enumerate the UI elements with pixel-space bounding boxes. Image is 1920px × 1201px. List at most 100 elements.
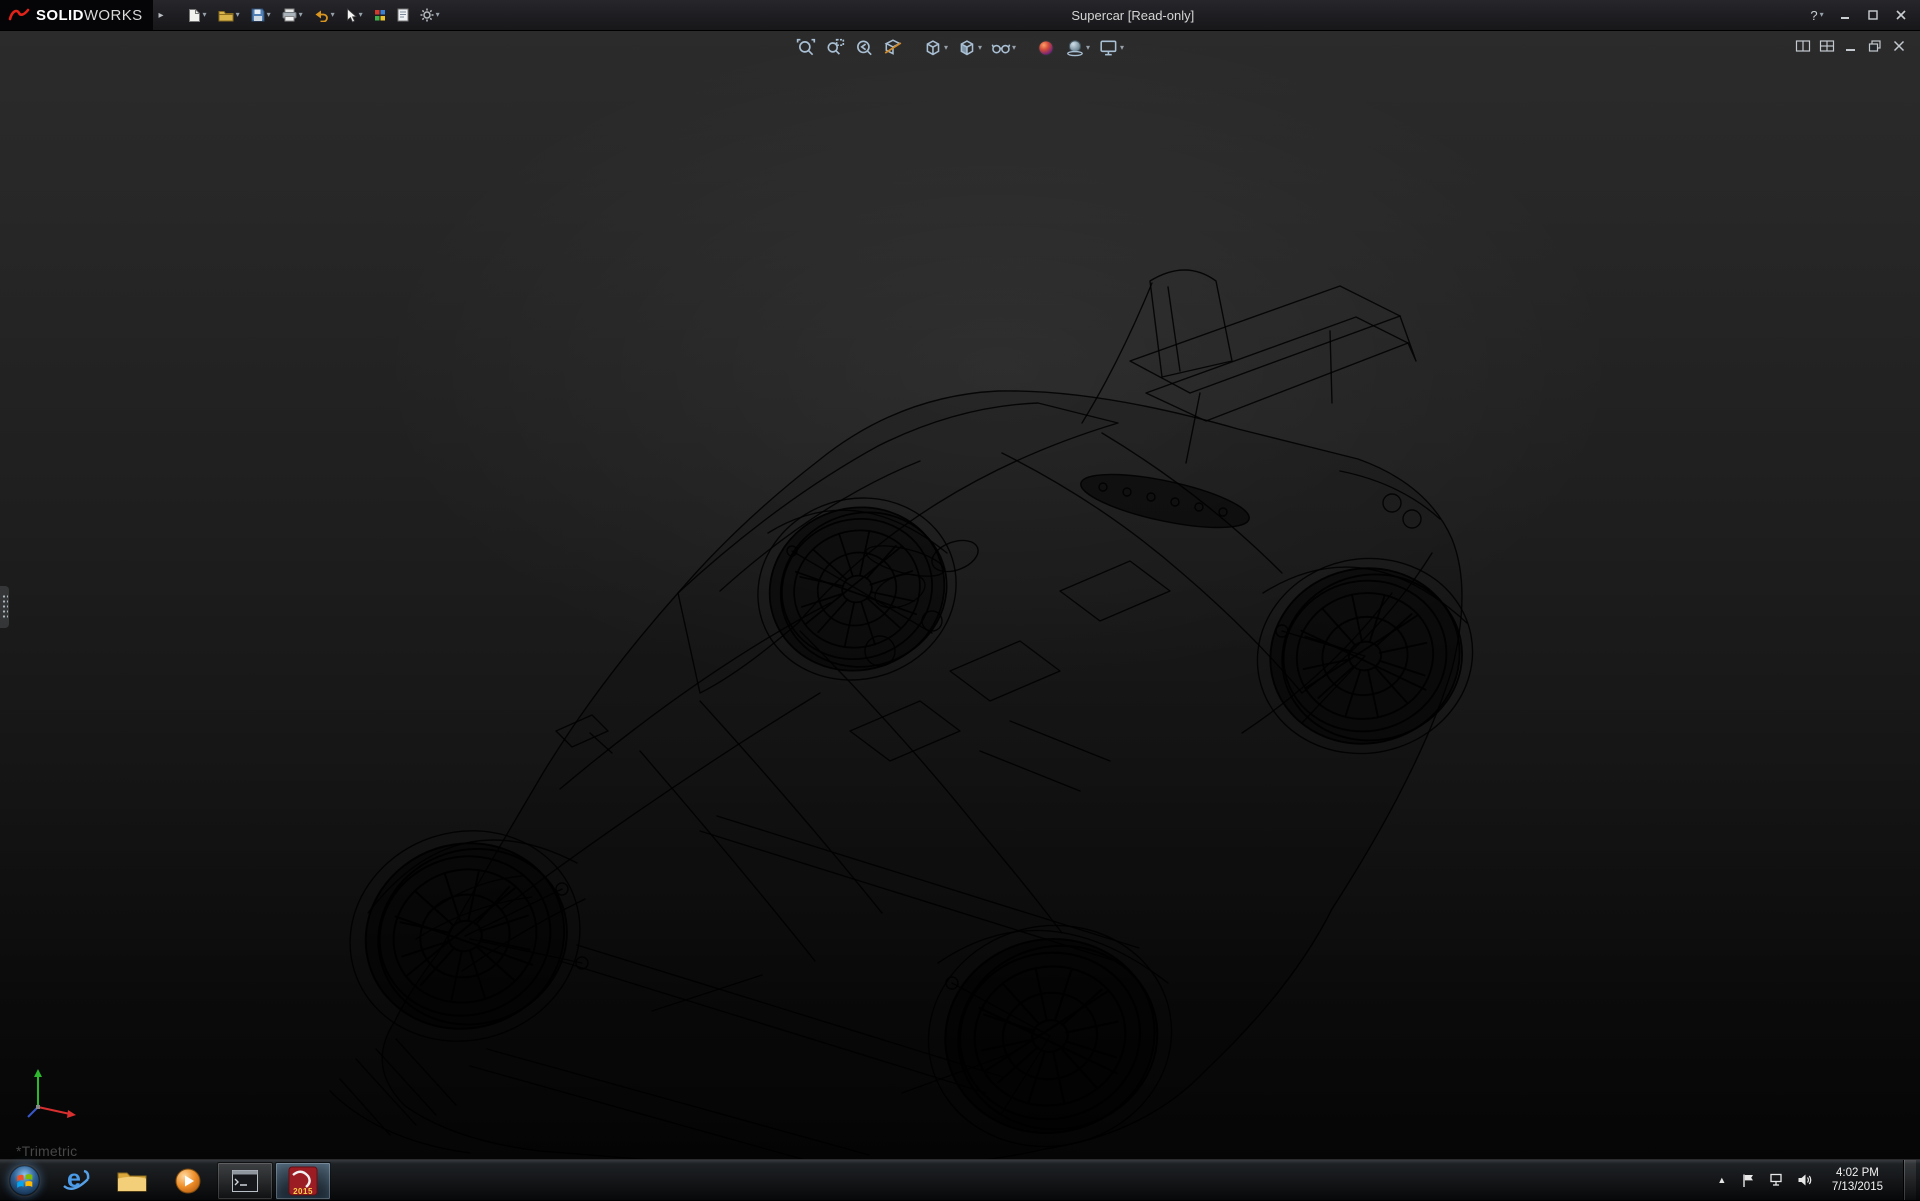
dropdown-arrow-icon[interactable]: ▾ xyxy=(359,11,363,19)
apply-scene-button[interactable]: ▾ xyxy=(1063,36,1092,60)
volume-button[interactable] xyxy=(1796,1171,1814,1189)
pane-split-icon xyxy=(1795,39,1811,53)
taskbar-item-internet-explorer[interactable]: e xyxy=(49,1163,103,1199)
dropdown-arrow-icon[interactable]: ▾ xyxy=(236,11,240,19)
windows-taskbar: e xyxy=(0,1159,1920,1200)
open-folder-icon xyxy=(218,9,234,22)
solidworks-app-icon: 2015 xyxy=(288,1166,318,1196)
new-document-button[interactable]: ▾ xyxy=(184,5,211,26)
graphics-area[interactable]: ▾ ▾ ▾ ▾ ▾ xyxy=(0,31,1920,1159)
view-settings-button[interactable]: ▾ xyxy=(1097,36,1126,60)
dropdown-arrow-icon[interactable]: ▾ xyxy=(331,11,335,19)
view-orientation-button[interactable]: ▾ xyxy=(921,36,950,60)
featuremanager-splitter-handle[interactable] xyxy=(0,586,9,628)
undo-icon xyxy=(314,9,329,22)
splitter-grip-dots-icon xyxy=(2,594,8,620)
zoom-to-fit-button[interactable] xyxy=(794,36,818,60)
previous-view-icon xyxy=(854,38,874,58)
orientation-triad[interactable] xyxy=(22,1059,86,1123)
previous-view-button[interactable] xyxy=(852,36,876,60)
zoom-to-area-button[interactable] xyxy=(823,36,847,60)
minimize-document-button[interactable] xyxy=(1842,38,1860,54)
dropdown-arrow-icon[interactable]: ▾ xyxy=(436,11,440,19)
restore-document-button[interactable] xyxy=(1866,38,1884,54)
x-axis-red xyxy=(38,1107,70,1114)
minimize-button[interactable] xyxy=(1832,4,1858,26)
dropdown-arrow-icon[interactable]: ▾ xyxy=(203,11,207,19)
close-document-button[interactable] xyxy=(1890,38,1908,54)
show-hidden-icons-button[interactable]: ▲ xyxy=(1714,1172,1730,1188)
close-icon xyxy=(1895,9,1907,21)
minimize-document-icon xyxy=(1843,39,1859,53)
minimize-icon xyxy=(1839,9,1851,21)
action-center-flag-icon xyxy=(1741,1173,1756,1188)
taskbar-clock[interactable]: 4:02 PM 7/13/2015 xyxy=(1824,1166,1891,1194)
clock-time: 4:02 PM xyxy=(1832,1166,1883,1180)
dropdown-arrow-icon[interactable]: ▾ xyxy=(944,44,948,52)
pane-grid-icon xyxy=(1819,39,1835,53)
edit-appearance-button[interactable] xyxy=(1034,36,1058,60)
color-swatch-icon xyxy=(374,9,386,22)
maximize-button[interactable] xyxy=(1860,4,1886,26)
options-button[interactable]: ▾ xyxy=(416,5,444,25)
view-settings-icon xyxy=(1099,38,1119,58)
print-icon xyxy=(282,8,297,22)
hide-show-glasses-icon xyxy=(991,38,1011,58)
color-swatch-button[interactable] xyxy=(370,6,390,25)
close-document-icon xyxy=(1891,39,1907,53)
action-center-button[interactable] xyxy=(1740,1171,1758,1189)
titlebar: SOLIDWORKS ▸ ▾ ▾ ▾ ▾ ▾ xyxy=(0,0,1920,31)
brand-text: SOLIDWORKS xyxy=(36,7,143,24)
network-status-button[interactable] xyxy=(1768,1171,1786,1189)
dropdown-arrow-icon[interactable]: ▾ xyxy=(1086,44,1090,52)
show-desktop-button[interactable] xyxy=(1903,1160,1916,1200)
dropdown-arrow-icon[interactable]: ▾ xyxy=(299,11,303,19)
select-button[interactable]: ▾ xyxy=(342,5,367,26)
solidworks-year-badge: 2015 xyxy=(288,1187,318,1196)
select-cursor-icon xyxy=(346,8,357,23)
brand-works: WORKS xyxy=(84,7,143,24)
help-button[interactable]: ? ▾ xyxy=(1804,4,1830,26)
start-button[interactable] xyxy=(0,1160,48,1200)
section-view-button[interactable] xyxy=(881,36,905,60)
taskbar-item-media-player[interactable] xyxy=(161,1163,215,1199)
close-button[interactable] xyxy=(1888,4,1914,26)
brand-solid: SOLID xyxy=(36,7,84,24)
open-button[interactable]: ▾ xyxy=(214,6,244,25)
dropdown-arrow-icon[interactable]: ▾ xyxy=(1820,11,1824,19)
maximize-icon xyxy=(1867,9,1879,21)
section-view-icon xyxy=(883,38,903,58)
media-player-icon xyxy=(174,1167,202,1195)
quick-access-toolbar: ▾ ▾ ▾ ▾ ▾ ▾ xyxy=(184,5,444,26)
menu-expand-arrow[interactable]: ▸ xyxy=(153,10,170,21)
dropdown-arrow-icon[interactable]: ▾ xyxy=(978,44,982,52)
ie-orbit-ring-icon xyxy=(61,1166,91,1196)
view-orientation-label: *Trimetric xyxy=(16,1143,77,1159)
network-icon xyxy=(1769,1173,1784,1187)
zoom-to-area-icon xyxy=(825,38,845,58)
clock-date: 7/13/2015 xyxy=(1832,1180,1883,1194)
document-window-controls xyxy=(1794,38,1908,54)
taskbar-item-windows-explorer[interactable] xyxy=(105,1163,159,1199)
taskbar-item-command-prompt[interactable] xyxy=(217,1162,273,1200)
internet-explorer-icon: e xyxy=(61,1166,91,1196)
taskbar-item-solidworks[interactable]: 2015 xyxy=(275,1162,331,1200)
dropdown-arrow-icon[interactable]: ▾ xyxy=(267,11,271,19)
solidworks-window: SOLIDWORKS ▸ ▾ ▾ ▾ ▾ ▾ xyxy=(0,0,1920,1200)
windows-start-orb-icon xyxy=(8,1164,41,1197)
save-button[interactable]: ▾ xyxy=(247,5,275,25)
print-button[interactable]: ▾ xyxy=(278,5,307,25)
restore-document-icon xyxy=(1867,39,1883,53)
pane-split-button[interactable] xyxy=(1794,38,1812,54)
document-title: Supercar [Read-only] xyxy=(1071,8,1194,23)
undo-button[interactable]: ▾ xyxy=(310,6,339,25)
ds-logo-icon xyxy=(8,6,30,24)
display-style-button[interactable]: ▾ xyxy=(955,36,984,60)
dropdown-arrow-icon[interactable]: ▾ xyxy=(1120,44,1124,52)
options-gear-icon xyxy=(420,8,434,22)
view-orientation-cube-icon xyxy=(923,38,943,58)
dropdown-arrow-icon[interactable]: ▾ xyxy=(1012,44,1016,52)
hide-show-items-button[interactable]: ▾ xyxy=(989,36,1018,60)
pane-grid-button[interactable] xyxy=(1818,38,1836,54)
file-properties-button[interactable] xyxy=(393,5,413,25)
